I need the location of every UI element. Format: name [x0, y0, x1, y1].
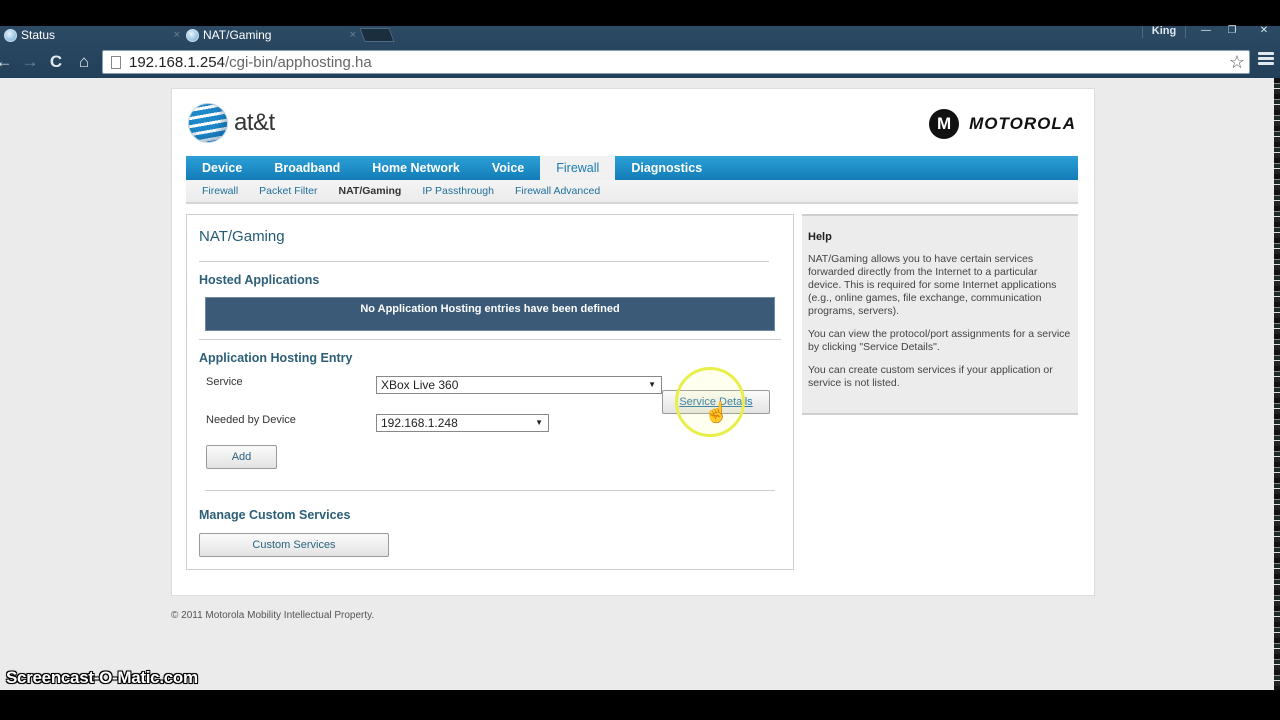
subnav-nat-gaming[interactable]: NAT/Gaming: [339, 180, 402, 202]
subnav-firewall[interactable]: Firewall: [202, 180, 238, 202]
custom-services-button[interactable]: Custom Services: [199, 533, 389, 557]
tab-nat-gaming[interactable]: NAT/Gaming ×: [186, 26, 356, 44]
bookmark-star-icon[interactable]: ☆: [1229, 52, 1245, 73]
motorola-emblem-icon: M: [929, 109, 960, 139]
dropdown-arrow-icon: ▼: [648, 380, 656, 389]
back-icon[interactable]: ←: [0, 52, 14, 72]
empty-entries-banner: No Application Hosting entries have been…: [205, 297, 775, 331]
new-tab-button[interactable]: [359, 28, 395, 42]
help-paragraph: You can view the protocol/port assignmen…: [808, 328, 1071, 353]
nav-tab-broadband[interactable]: Broadband: [258, 156, 356, 180]
minimize-icon[interactable]: —: [1196, 26, 1216, 38]
copyright-footer: © 2011 Motorola Mobility Intellectual Pr…: [171, 610, 375, 621]
screencast-watermark: Screencast-O-Matic.com: [6, 668, 198, 687]
page-viewport: at&t M MOTOROLA Device Broadband Home Ne…: [0, 78, 1276, 690]
reload-icon[interactable]: C: [46, 52, 66, 72]
subnav-ip-passthrough[interactable]: IP Passthrough: [422, 180, 494, 202]
tab-close-icon[interactable]: ×: [174, 27, 180, 43]
router-page: at&t M MOTOROLA Device Broadband Home Ne…: [171, 88, 1095, 596]
profile-badge[interactable]: King: [1142, 26, 1186, 38]
motorola-logo: M MOTOROLA: [929, 109, 1076, 139]
tab-status[interactable]: Status ×: [4, 26, 180, 44]
page-icon: [111, 55, 121, 69]
add-button[interactable]: Add: [206, 445, 277, 469]
service-label: Service: [206, 376, 243, 388]
att-globe-icon: [188, 103, 228, 143]
address-bar[interactable]: 192.168.1.254/cgi-bin/apphosting.ha ☆: [102, 50, 1250, 74]
needed-by-device-label: Needed by Device: [206, 414, 296, 426]
help-panel: Help NAT/Gaming allows you to have certa…: [802, 214, 1078, 415]
help-paragraph: You can create custom services if your a…: [808, 364, 1053, 389]
nav-tab-home-network[interactable]: Home Network: [356, 156, 476, 180]
tab-label: NAT/Gaming: [203, 28, 272, 42]
recording-bottom-bar: [0, 690, 1280, 720]
nav-tab-voice[interactable]: Voice: [476, 156, 540, 180]
divider: [199, 339, 781, 340]
screen: Status × NAT/Gaming × King — ❐ ✕ ← → C ⌂…: [0, 0, 1280, 720]
forward-icon[interactable]: →: [20, 52, 40, 72]
page-title: NAT/Gaming: [199, 228, 285, 245]
globe-favicon-icon: [186, 28, 199, 42]
att-logo-text: at&t: [234, 109, 275, 136]
subnav-packet-filter[interactable]: Packet Filter: [259, 180, 317, 202]
motorola-logo-text: MOTOROLA: [969, 114, 1076, 133]
hand-cursor-icon: ☝: [704, 402, 729, 424]
tab-close-icon[interactable]: ×: [350, 27, 356, 43]
nav-tab-device[interactable]: Device: [186, 156, 258, 180]
home-icon[interactable]: ⌂: [74, 52, 94, 72]
divider: [205, 490, 775, 491]
browser-chrome: Status × NAT/Gaming × King — ❐ ✕ ← → C ⌂…: [0, 26, 1280, 78]
url-path: /cgi-bin/apphosting.ha: [224, 53, 372, 71]
video-edge-artifact: [1274, 78, 1280, 690]
subnav-firewall-advanced[interactable]: Firewall Advanced: [515, 180, 600, 202]
browser-menu-icon[interactable]: [1258, 52, 1274, 68]
service-select-value: XBox Live 360: [381, 378, 459, 392]
recording-top-bar: [0, 0, 1280, 26]
url-host: 192.168.1.254: [129, 53, 225, 71]
main-nav: Device Broadband Home Network Voice Fire…: [186, 156, 1078, 180]
device-select[interactable]: 192.168.1.248 ▼: [376, 414, 549, 432]
hosted-applications-heading: Hosted Applications: [199, 273, 320, 287]
dropdown-arrow-icon: ▼: [535, 418, 543, 427]
att-logo: at&t: [188, 103, 275, 143]
divider: [199, 261, 769, 262]
manage-custom-services-heading: Manage Custom Services: [199, 508, 351, 522]
nav-tab-firewall[interactable]: Firewall: [540, 156, 616, 180]
close-window-icon[interactable]: ✕: [1254, 26, 1274, 38]
help-title: Help: [808, 231, 832, 243]
device-select-value: 192.168.1.248: [381, 416, 458, 430]
service-select[interactable]: XBox Live 360 ▼: [376, 376, 662, 394]
nav-tab-diagnostics[interactable]: Diagnostics: [615, 156, 718, 180]
tab-label: Status: [21, 28, 56, 42]
globe-favicon-icon: [4, 28, 17, 42]
restore-icon[interactable]: ❐: [1222, 26, 1242, 38]
browser-toolbar: ← → C ⌂ 192.168.1.254/cgi-bin/apphosting…: [0, 48, 1280, 76]
help-paragraph: NAT/Gaming allows you to have certain se…: [808, 253, 1057, 317]
application-hosting-entry-heading: Application Hosting Entry: [199, 351, 353, 365]
sub-nav: Firewall Packet Filter NAT/Gaming IP Pas…: [186, 180, 1078, 204]
